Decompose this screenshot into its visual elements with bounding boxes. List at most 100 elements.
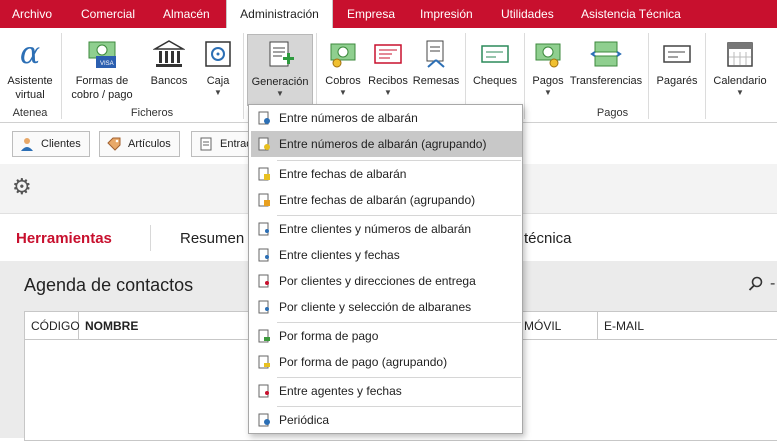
cheques-label: Cheques [472,75,518,87]
tab-asistencia-tecnica[interactable]: Asistencia Técnica [581,0,681,28]
menu-item-label: Por cliente y selección de albaranes [279,300,472,314]
pagos-button[interactable]: Pagos ▼ [527,38,569,98]
menu-item-por-forma-pago-agrupando[interactable]: Por forma de pago (agrupando) [251,349,522,375]
column-header-movil[interactable]: MÓVIL [518,312,598,340]
menu-item-label: Entre agentes y fechas [279,384,402,398]
document-date-group-icon [258,193,270,207]
clientes-button[interactable]: Clientes [12,131,90,157]
svg-text:VISA: VISA [100,61,114,67]
menu-item-entre-fechas-albaran-agrupando[interactable]: Entre fechas de albarán (agrupando) [251,187,522,213]
menu-item-label: Por clientes y direcciones de entrega [279,274,476,288]
formas-label: Formas de cobro / pago [71,75,133,101]
document-date-icon [258,167,270,181]
cobros-label: Cobros [325,75,361,87]
generacion-dropdown-menu: Entre números de albarán Entre números d… [248,104,523,434]
cobros-icon [330,43,356,68]
document-icon [200,137,212,151]
tag-icon [107,137,121,151]
tab-utilidades[interactable]: Utilidades [501,0,554,28]
asistente-virtual-label: Asistente virtual [7,75,53,101]
calendario-label: Calendario [713,75,767,87]
menu-item-entre-clientes-fechas[interactable]: Entre clientes y fechas [251,242,522,268]
document-group-icon [258,137,270,151]
chevron-down-icon: ▼ [214,88,222,97]
menu-item-label: Entre clientes y números de albarán [279,222,472,236]
calendar-icon [727,42,753,67]
remesas-label: Remesas [412,75,460,87]
recibos-button[interactable]: Recibos ▼ [366,38,410,98]
client-date-icon [258,248,269,262]
group-label-ficheros: Ficheros [130,107,174,119]
transferencias-label: Transferencias [569,75,643,87]
generacion-button[interactable]: Generación ▼ [247,34,313,106]
tab-archivo[interactable]: Archivo [12,0,52,28]
entradas-label: Entrad [220,138,251,150]
transferencias-button[interactable]: Transferencias [568,38,644,88]
pagares-button[interactable]: Pagarés [652,38,702,88]
menu-item-label: Entre clientes y fechas [279,248,400,262]
caja-label: Caja [206,75,230,87]
payment-document-icon [258,329,270,343]
remesas-button[interactable]: Remesas [411,38,461,88]
calendario-button[interactable]: Calendario ▼ [709,38,771,98]
transfer-icon [590,41,622,67]
menu-item-label: Entre fechas de albarán [279,167,407,181]
menu-item-por-cliente-seleccion[interactable]: Por cliente y selección de albaranes [251,294,522,320]
divider [150,225,151,251]
menu-item-entre-fechas-albaran[interactable]: Entre fechas de albarán [251,161,522,187]
column-header-nombre[interactable]: NOMBRE [79,312,138,340]
receipt-icon [374,44,402,64]
menu-item-entre-agentes-fechas[interactable]: Entre agentes y fechas [251,378,522,404]
menu-item-por-forma-pago[interactable]: Por forma de pago [251,323,522,349]
menu-item-label: Entre números de albarán (agrupando) [279,137,487,151]
menu-item-label: Entre fechas de albarán (agrupando) [279,193,476,207]
formas-cobro-pago-button[interactable]: VISA Formas de cobro / pago [66,38,138,102]
tab-administracion[interactable]: Administración [226,0,333,28]
chevron-down-icon: ▼ [276,89,284,98]
tab-comercial[interactable]: Comercial [81,0,135,28]
menu-item-label: Periódica [279,413,330,427]
cheques-button[interactable]: Cheques [470,38,520,88]
tab-empresa[interactable]: Empresa [347,0,395,28]
tab-asistencia-tecnica-section[interactable]: técnica [524,230,572,247]
generacion-label: Generación [251,76,309,88]
tab-impresion[interactable]: Impresión [420,0,473,28]
client-selection-icon [258,300,269,314]
menu-item-por-clientes-direcciones[interactable]: Por clientes y direcciones de entrega [251,268,522,294]
menu-item-entre-numeros-albaran-agrupando[interactable]: Entre números de albarán (agrupando) [251,131,522,157]
divider [243,33,244,119]
agent-document-icon [258,384,269,398]
document-number-icon [258,111,270,125]
menu-item-entre-numeros-albaran[interactable]: Entre números de albarán [251,105,522,131]
tab-herramientas[interactable]: Herramientas [16,230,112,247]
recibos-label: Recibos [368,75,408,87]
minimize-icon[interactable]: - [770,275,775,293]
tab-resumen[interactable]: Resumen [180,230,244,247]
column-header-codigo[interactable]: CÓDIGO [25,312,80,340]
payment-group-icon [258,355,270,369]
alpha-icon: α [19,36,41,71]
bancos-label: Bancos [150,75,188,87]
entradas-button[interactable]: Entrad [191,131,251,157]
safe-icon [205,41,231,67]
client-address-icon [258,274,269,288]
tab-almacen[interactable]: Almacén [163,0,210,28]
cobros-button[interactable]: Cobros ▼ [322,38,364,98]
menu-item-label: Por forma de pago (agrupando) [279,355,448,369]
cheque-icon [481,45,509,63]
pagare-icon [663,45,691,63]
menu-item-entre-clientes-numeros[interactable]: Entre clientes y números de albarán [251,216,522,242]
menu-item-periodica[interactable]: Periódica [251,407,522,433]
column-header-email[interactable]: E-MAIL [598,312,644,340]
document-generate-icon [269,41,294,67]
person-icon [21,138,33,151]
articulos-button[interactable]: Artículos [99,131,180,157]
clientes-label: Clientes [41,138,81,150]
chevron-down-icon: ▼ [339,88,347,97]
gear-icon[interactable]: ⚙ [12,176,32,200]
bancos-button[interactable]: Bancos [146,38,192,88]
asistente-virtual-button[interactable]: α Asistente virtual [2,38,58,102]
chevron-down-icon: ▼ [544,88,552,97]
search-icon[interactable] [748,276,764,292]
caja-button[interactable]: Caja ▼ [198,38,238,98]
